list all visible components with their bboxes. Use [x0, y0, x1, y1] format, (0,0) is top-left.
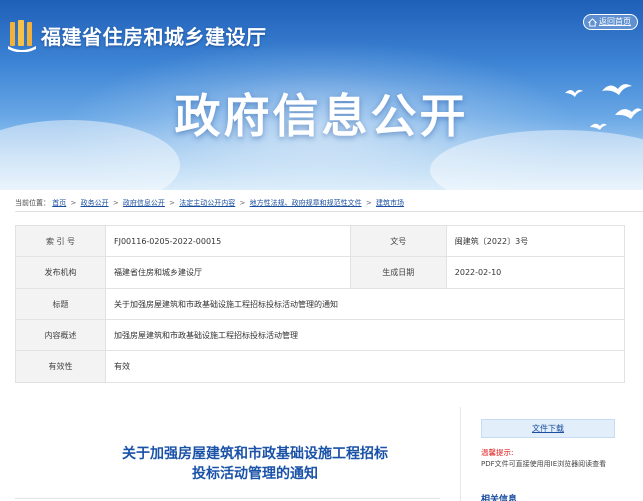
document-info-table: 索 引 号 FJ00116-0205-2022-00015 文号 闽建筑〔202…: [15, 225, 626, 383]
sidebar-divider: [460, 407, 461, 501]
validity-value: 有效: [105, 350, 625, 383]
breadcrumb: 当前位置： 首页 > 政务公开 > 政府信息公开 > 法定主动公开内容 > 地方…: [15, 198, 404, 208]
tip-text: PDF文件可直接使用用IE浏览器阅读查看: [481, 460, 607, 468]
article-title-line: 投标活动管理的通知: [192, 465, 318, 481]
index-number-value: FJ00116-0205-2022-00015: [105, 225, 351, 257]
date-value: 2022-02-10: [445, 256, 626, 289]
file-download-button[interactable]: 文件下载: [481, 419, 615, 438]
title-label: 标题: [15, 288, 106, 320]
breadcrumb-divider: [15, 211, 643, 212]
breadcrumb-prefix: 当前位置：: [15, 199, 50, 207]
table-row: 内容概述 加强房屋建筑和市政基础设施工程招标投标活动管理: [15, 319, 625, 351]
article-title: 关于加强房屋建筑和市政基础设施工程招标 投标活动管理的通知: [70, 443, 440, 483]
breadcrumb-item-gov-affairs[interactable]: 政务公开: [81, 199, 109, 207]
banner-title: 政府信息公开: [174, 89, 469, 143]
back-home-label: 返回首页: [599, 17, 631, 26]
breadcrumb-item-home[interactable]: 首页: [52, 199, 66, 207]
breadcrumb-separator: >: [169, 199, 176, 207]
table-row: 发布机构 福建省住房和城乡建设厅 生成日期 2022-02-10: [15, 256, 626, 289]
table-row: 标题 关于加强房屋建筑和市政基础设施工程招标投标活动管理的通知: [15, 288, 625, 320]
validity-label: 有效性: [15, 350, 106, 383]
article-divider: [15, 498, 440, 499]
breadcrumb-item-statutory-content[interactable]: 法定主动公开内容: [179, 199, 235, 207]
breadcrumb-item-info-disclosure[interactable]: 政府信息公开: [123, 199, 165, 207]
related-info-heading: 相关信息: [481, 495, 518, 501]
publisher-label: 发布机构: [15, 256, 106, 289]
breadcrumb-separator: >: [112, 199, 119, 207]
breadcrumb-item-regulations[interactable]: 地方性法规、政府规章和规范性文件: [250, 199, 362, 207]
breadcrumb-item-construction-market[interactable]: 建筑市场: [376, 199, 404, 207]
logo-icon: [8, 20, 36, 52]
birds-decoration-icon: [565, 84, 642, 130]
home-icon: [588, 17, 597, 27]
summary-value: 加强房屋建筑和市政基础设施工程招标投标活动管理: [105, 319, 625, 351]
index-number-label: 索 引 号: [15, 225, 106, 257]
header-banner: 福建省住房和城乡建设厅 返回首页 政府信息公开: [0, 0, 643, 190]
breadcrumb-separator: >: [239, 199, 246, 207]
table-row: 有效性 有效: [15, 350, 625, 383]
back-home-link[interactable]: 返回首页: [583, 14, 638, 30]
title-value: 关于加强房屋建筑和市政基础设施工程招标投标活动管理的通知: [105, 288, 625, 320]
table-row: 索 引 号 FJ00116-0205-2022-00015 文号 闽建筑〔202…: [15, 225, 626, 257]
summary-label: 内容概述: [15, 319, 106, 351]
tip-label: 温馨提示:: [481, 448, 514, 457]
breadcrumb-separator: >: [70, 199, 77, 207]
date-label: 生成日期: [349, 256, 447, 289]
document-number-value: 闽建筑〔2022〕3号: [445, 225, 626, 257]
site-name[interactable]: 福建省住房和城乡建设厅: [41, 21, 267, 50]
publisher-value: 福建省住房和城乡建设厅: [105, 256, 351, 289]
document-number-label: 文号: [349, 225, 447, 257]
article-title-line: 关于加强房屋建筑和市政基础设施工程招标: [122, 445, 388, 461]
breadcrumb-separator: >: [365, 199, 372, 207]
